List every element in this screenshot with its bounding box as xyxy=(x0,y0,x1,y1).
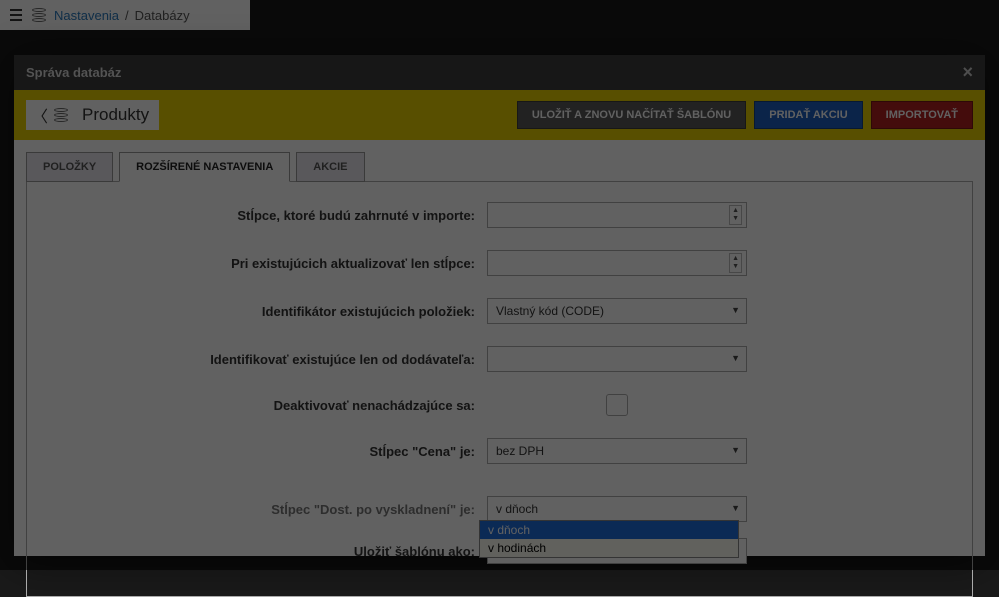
tab-advanced[interactable]: ROZŠÍRENÉ NASTAVENIA xyxy=(119,152,290,182)
add-action-button[interactable]: PRIDAŤ AKCIU xyxy=(754,101,862,129)
database-icon xyxy=(54,108,68,122)
breadcrumb-separator: / xyxy=(125,8,129,23)
back-label: Produkty xyxy=(82,105,149,125)
import-button[interactable]: IMPORTOVAŤ xyxy=(871,101,973,129)
breadcrumb-bar: Nastavenia / Databázy xyxy=(0,0,250,30)
modal-title: Správa databáz xyxy=(26,65,121,80)
save-reload-button[interactable]: ULOŽIŤ A ZNOVU NAČÍTAŤ ŠABLÓNU xyxy=(517,101,746,129)
checkbox-deactivate[interactable] xyxy=(606,394,628,416)
row-identifier: Identifikátor existujúcich položiek: Vla… xyxy=(47,298,952,324)
back-chip[interactable]: 〈 Produkty xyxy=(26,100,159,130)
modal-header: Správa databáz × xyxy=(14,55,985,90)
select-availability[interactable]: v dňoch xyxy=(487,496,747,522)
select-supplier[interactable] xyxy=(487,346,747,372)
select-price[interactable]: bez DPH xyxy=(487,438,747,464)
select-value: Vlastný kód (CODE) xyxy=(496,304,604,318)
menu-icon[interactable] xyxy=(10,9,22,21)
select-value: bez DPH xyxy=(496,444,544,458)
row-included-columns: Stĺpce, ktoré budú zahrnuté v importe: ▲… xyxy=(47,202,952,228)
close-icon[interactable]: × xyxy=(962,62,973,83)
label-deactivate: Deaktivovať nenachádzajúce sa: xyxy=(47,398,487,413)
modal-dialog: Správa databáz × 〈 Produkty ULOŽIŤ A ZNO… xyxy=(14,55,985,556)
spinner-icon[interactable]: ▲▼ xyxy=(729,205,742,225)
chevron-left-icon: 〈 xyxy=(32,103,48,127)
label-supplier: Identifikovať existujúce len od dodávate… xyxy=(47,352,487,367)
database-icon xyxy=(32,8,46,22)
row-supplier: Identifikovať existujúce len od dodávate… xyxy=(47,346,952,372)
label-update-columns: Pri existujúcich aktualizovať len stĺpce… xyxy=(47,256,487,271)
tabs: POLOŽKY ROZŠÍRENÉ NASTAVENIA AKCIE xyxy=(14,140,985,182)
option-hours[interactable]: v hodinách xyxy=(480,539,738,557)
label-included-columns: Stĺpce, ktoré budú zahrnuté v importe: xyxy=(47,208,487,223)
tab-items[interactable]: POLOŽKY xyxy=(26,152,113,182)
dropdown-availability: v dňoch v hodinách xyxy=(479,520,739,558)
breadcrumb-link[interactable]: Nastavenia xyxy=(54,8,119,23)
select-identifier[interactable]: Vlastný kód (CODE) xyxy=(487,298,747,324)
multiselect-update[interactable]: ▲▼ xyxy=(487,250,747,276)
label-save-as: Uložiť šablónu ako: xyxy=(47,544,487,559)
multiselect-included[interactable]: ▲▼ xyxy=(487,202,747,228)
tab-actions[interactable]: AKCIE xyxy=(296,152,364,182)
label-availability: Stĺpec "Dost. po vyskladnení" je: xyxy=(47,502,487,517)
row-availability: Stĺpec "Dost. po vyskladnení" je: v dňoc… xyxy=(27,486,972,532)
label-price: Stĺpec "Cena" je: xyxy=(47,444,487,459)
row-update-columns: Pri existujúcich aktualizovať len stĺpce… xyxy=(47,250,952,276)
row-price: Stĺpec "Cena" je: bez DPH xyxy=(47,438,952,464)
settings-panel: Stĺpce, ktoré budú zahrnuté v importe: ▲… xyxy=(26,181,973,597)
label-identifier: Identifikátor existujúcich položiek: xyxy=(47,304,487,319)
spinner-icon[interactable]: ▲▼ xyxy=(729,253,742,273)
breadcrumb-current: Databázy xyxy=(135,8,190,23)
option-days[interactable]: v dňoch xyxy=(480,521,738,539)
row-deactivate: Deaktivovať nenachádzajúce sa: xyxy=(47,394,952,416)
modal-toolbar: 〈 Produkty ULOŽIŤ A ZNOVU NAČÍTAŤ ŠABLÓN… xyxy=(14,90,985,140)
select-value: v dňoch xyxy=(496,502,538,516)
